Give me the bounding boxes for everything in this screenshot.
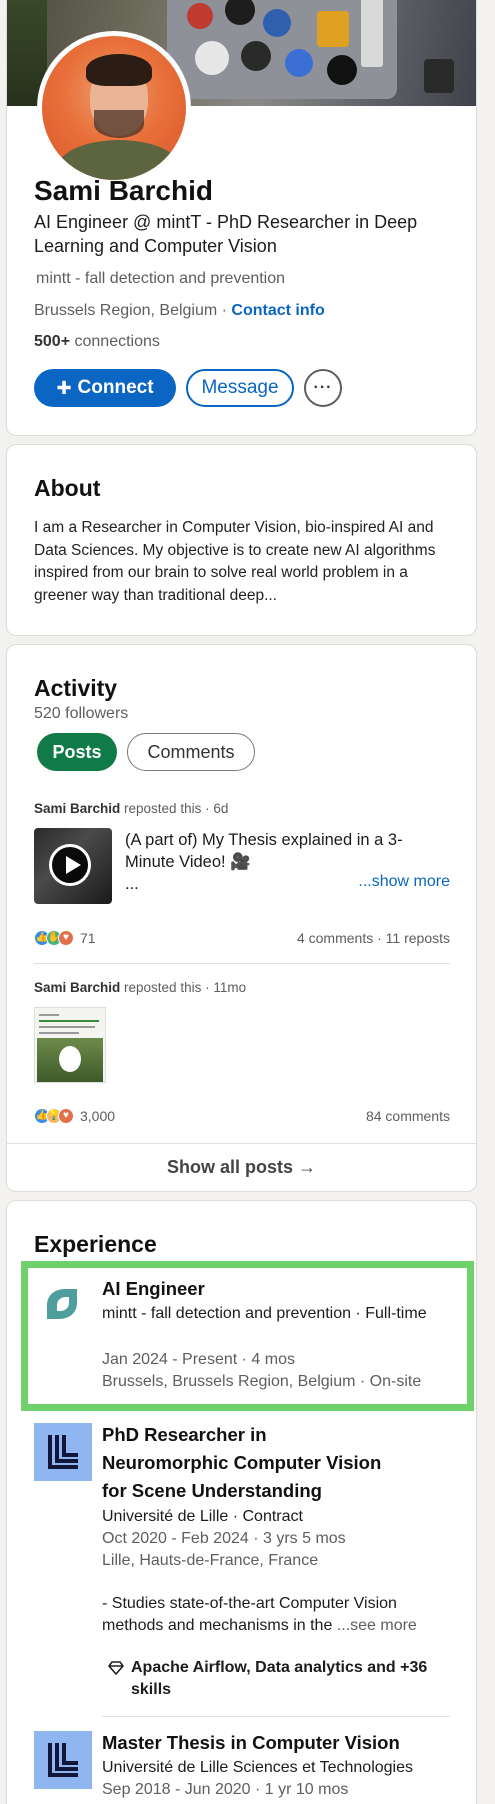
activity-card: Activity 520 followers Posts Comments Sa… [6, 644, 477, 1192]
tab-comments[interactable]: Comments [127, 733, 255, 771]
connect-button[interactable]: ✚ Connect [34, 369, 176, 407]
message-button[interactable]: Message [186, 369, 294, 407]
exp-2-description[interactable]: - Studies state-of-the-art Computer Visi… [102, 1593, 447, 1637]
experience-title: Experience [34, 1231, 157, 1257]
post-1-author[interactable]: Sami Barchid [34, 801, 120, 816]
exp-1-location: Brussels, Brussels Region, Belgium · On-… [102, 1373, 422, 1390]
tab-posts[interactable]: Posts [37, 733, 117, 771]
post-2-author[interactable]: Sami Barchid [34, 980, 120, 995]
connections-label: connections [70, 333, 160, 350]
post-1-meta: Sami Barchid reposted this · 6d [34, 801, 228, 816]
post-1-ellipsis: ... [125, 875, 139, 893]
exp-1-dates: Jan 2024 - Present · 4 mos [102, 1351, 295, 1368]
post-1-reaction-count: 71 [80, 930, 96, 946]
connections-count[interactable]: 500+ connections [34, 333, 160, 351]
exp-2-dates: Oct 2020 - Feb 2024 · 3 yrs 5 mos [102, 1530, 346, 1547]
post-1-show-more-link[interactable]: ...show more [358, 873, 450, 891]
universite-de-lille-logo-icon[interactable] [34, 1731, 92, 1789]
profile-name: Sami Barchid [34, 175, 213, 206]
post-2-meta: Sami Barchid reposted this · 11mo [34, 980, 246, 995]
about-card: About I am a Researcher in Computer Visi… [6, 444, 477, 636]
post-2-stats[interactable]: 84 comments [366, 1108, 450, 1124]
experience-divider [102, 1716, 450, 1717]
contact-info-link[interactable]: Contact info [231, 302, 324, 319]
exp-3-title[interactable]: Master Thesis in Computer Vision [102, 1729, 400, 1757]
mintt-logo-icon[interactable] [39, 1281, 85, 1327]
connect-label: Connect [77, 377, 154, 398]
banner-laptop [167, 0, 397, 99]
activity-title: Activity [34, 675, 118, 701]
profile-company[interactable]: mintt - fall detection and prevention [36, 270, 285, 288]
post-2-reaction-count: 3,000 [80, 1108, 116, 1124]
post-2-reactions[interactable]: 👍 💡 ♥ 3,000 [34, 1108, 115, 1124]
love-reaction-icon: ♥ [58, 1108, 74, 1124]
exp-2-location: Lille, Hauts-de-France, France [102, 1552, 319, 1569]
post-1-stats[interactable]: 4 comments · 11 reposts [297, 930, 450, 946]
exp-2-skills[interactable]: Apache Airflow, Data analytics and +36 s… [131, 1657, 451, 1701]
post-1-action: reposted this · 6d [120, 801, 229, 816]
experience-card: Experience AI Engineer mintt - fall dete… [6, 1200, 477, 1804]
post-1-reactions[interactable]: 👍 ✋ ♥ 71 [34, 930, 96, 946]
banner-mug [424, 59, 454, 93]
profile-headline: AI Engineer @ mintT - PhD Researcher in … [34, 212, 418, 256]
love-reaction-icon: ♥ [58, 930, 74, 946]
location-text: Brussels Region, Belgium [34, 302, 218, 319]
followers-count: 520 followers [34, 705, 129, 722]
show-all-posts-button[interactable]: Show all posts → [7, 1143, 476, 1191]
profile-location: Brussels Region, Belgium · Contact info [34, 302, 325, 320]
avatar[interactable] [37, 31, 191, 185]
play-icon[interactable] [49, 844, 91, 886]
exp-2-see-more-link[interactable]: ...see more [337, 1617, 417, 1634]
connections-number: 500+ [34, 333, 71, 350]
post-divider [34, 963, 450, 964]
post-2-image-thumbnail[interactable] [34, 1007, 106, 1083]
more-options-button[interactable]: ··· [304, 369, 342, 407]
post-1-video-thumbnail[interactable] [34, 828, 112, 904]
exp-1-title[interactable]: AI Engineer [102, 1275, 205, 1303]
exp-1-company: mintt - fall detection and prevention · … [102, 1305, 427, 1322]
skills-diamond-icon [107, 1661, 125, 1680]
location-separator: · [217, 302, 232, 319]
about-title: About [34, 475, 101, 501]
exp-3-dates: Sep 2018 - Jun 2020 · 1 yr 10 mos [102, 1781, 349, 1798]
about-text[interactable]: I am a Researcher in Computer Vision, bi… [34, 517, 454, 607]
profile-card: Sami Barchid AI Engineer @ mintT - PhD R… [6, 0, 477, 436]
exp-2-company: Université de Lille · Contract [102, 1508, 303, 1525]
exp-2-title[interactable]: PhD Researcher in Neuromorphic Computer … [102, 1421, 392, 1505]
add-person-icon: ✚ [56, 377, 72, 398]
universite-de-lille-logo-icon[interactable] [34, 1423, 92, 1481]
post-2-action: reposted this · 11mo [120, 980, 247, 995]
post-1-body: (A part of) My Thesis explained in a 3-M… [125, 831, 403, 871]
exp-3-company: Université de Lille Sciences et Technolo… [102, 1759, 413, 1776]
